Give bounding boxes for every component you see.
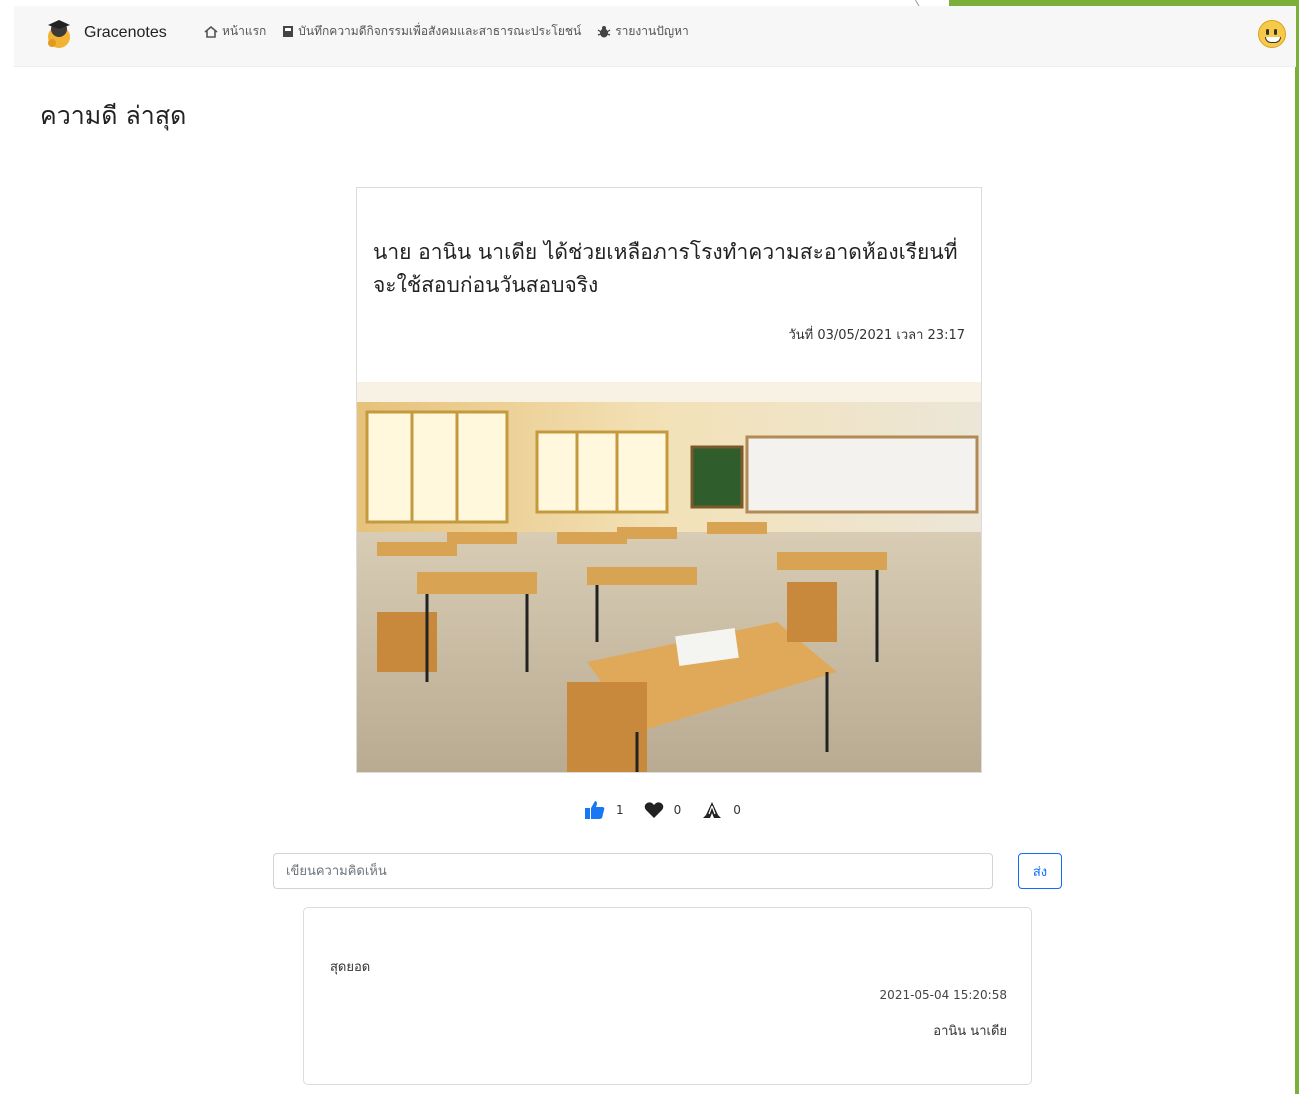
nav-link-report-label: รายงานปัญหา [615,24,689,38]
post-date: วันที่ 03/05/2021 เวลา 23:17 [788,328,965,343]
brand-logo-icon [42,16,76,50]
heart-icon[interactable] [644,801,664,819]
comment-timestamp: 2021-05-04 15:20:58 [879,988,1007,1002]
page-title: ความดี ล่าสุด [40,101,187,130]
navbar: Gracenotes หน้าแรก บันทึกความดีกิจกรรมเพ… [14,6,1296,67]
comment-card: สุดยอด 2021-05-04 15:20:58 อานิน นาเดีย [303,907,1032,1085]
post-card: นาย อานิน นาเดีย ได้ช่วยเหลือภารโรงทำควา… [356,187,982,773]
comment-text: สุดยอด [330,960,371,975]
bug-icon [597,26,611,38]
post-title: นาย อานิน นาเดีย ได้ช่วยเหลือภารโรงทำควา… [373,240,958,297]
user-avatar[interactable] [1258,20,1286,48]
like-count: 1 [616,803,624,817]
heart-count: 0 [673,803,682,817]
slide-frame-right [1295,0,1299,1094]
nav-link-home[interactable]: หน้าแรก [204,22,266,41]
brand[interactable]: Gracenotes [42,16,167,50]
post-image [357,382,981,772]
send-comment-button[interactable]: ส่ง [1018,853,1062,889]
nav-links: หน้าแรก บันทึกความดีกิจกรรมเพื่อสังคมและ… [204,22,705,41]
praying-hands-icon[interactable] [701,801,723,819]
brand-name: Gracenotes [84,24,167,41]
reaction-bar: 1 0 0 [584,800,761,820]
home-icon [204,25,218,38]
nav-link-records[interactable]: บันทึกความดีกิจกรรมเพื่อสังคมและสาธารณะป… [282,22,581,41]
book-icon [283,26,294,37]
thumbs-up-icon[interactable] [584,800,606,820]
nav-link-home-label: หน้าแรก [222,24,267,38]
nav-link-records-label: บันทึกความดีกิจกรรมเพื่อสังคมและสาธารณะป… [298,24,582,38]
comment-input[interactable] [273,853,993,889]
nav-link-report[interactable]: รายงานปัญหา [597,22,689,41]
comment-author: อานิน นาเดีย [933,1024,1007,1039]
pray-count: 0 [733,803,741,817]
